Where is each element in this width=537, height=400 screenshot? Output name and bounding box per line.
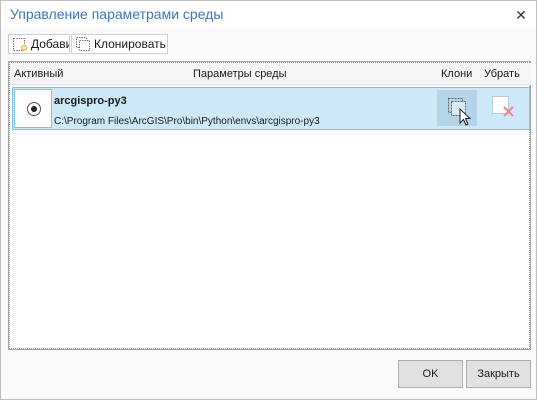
environment-path: C:\Program Files\ArcGIS\Pro\bin\Python\e… <box>54 116 320 127</box>
clone-environment-label: Клонировать г <box>94 37 168 51</box>
environment-name: arcgispro-py3 <box>54 95 127 107</box>
environment-list-body: Активный Параметры среды Клони Убрать ar… <box>9 62 531 349</box>
close-icon[interactable]: ✕ <box>510 5 532 25</box>
dialog-title: Управление параметрами среды <box>10 6 224 22</box>
column-header-active: Активный <box>14 68 64 80</box>
clone-environment-button[interactable]: Клонировать г <box>71 34 168 54</box>
remove-row-button[interactable] <box>489 92 519 124</box>
radio-selected-dot <box>31 106 37 112</box>
close-button[interactable]: Закрыть <box>466 360 531 388</box>
column-header-environment: Параметры среды <box>193 68 287 80</box>
add-environment-icon <box>12 36 28 52</box>
environment-list: Активный Параметры среды Клони Убрать ar… <box>8 61 531 350</box>
ok-button[interactable]: OK <box>398 360 463 388</box>
table-row[interactable]: arcgispro-py3 C:\Program Files\ArcGIS\Pr… <box>12 87 530 130</box>
environment-manager-dialog: Управление параметрами среды ✕ Добави Кл… <box>0 0 537 400</box>
active-radio[interactable] <box>27 102 41 116</box>
table-header: Активный Параметры среды Клони Убрать <box>10 63 531 85</box>
column-header-clone: Клони <box>441 68 473 80</box>
remove-row-icon <box>492 96 514 117</box>
active-cell <box>14 89 52 128</box>
add-environment-button[interactable]: Добави <box>8 34 70 54</box>
title-bar: Управление параметрами среды ✕ <box>1 1 536 28</box>
add-environment-label: Добави <box>31 37 70 51</box>
column-header-remove: Убрать <box>484 68 520 80</box>
clone-environment-icon <box>75 36 91 52</box>
clone-row-button[interactable] <box>437 90 477 126</box>
clone-row-icon <box>448 98 472 126</box>
